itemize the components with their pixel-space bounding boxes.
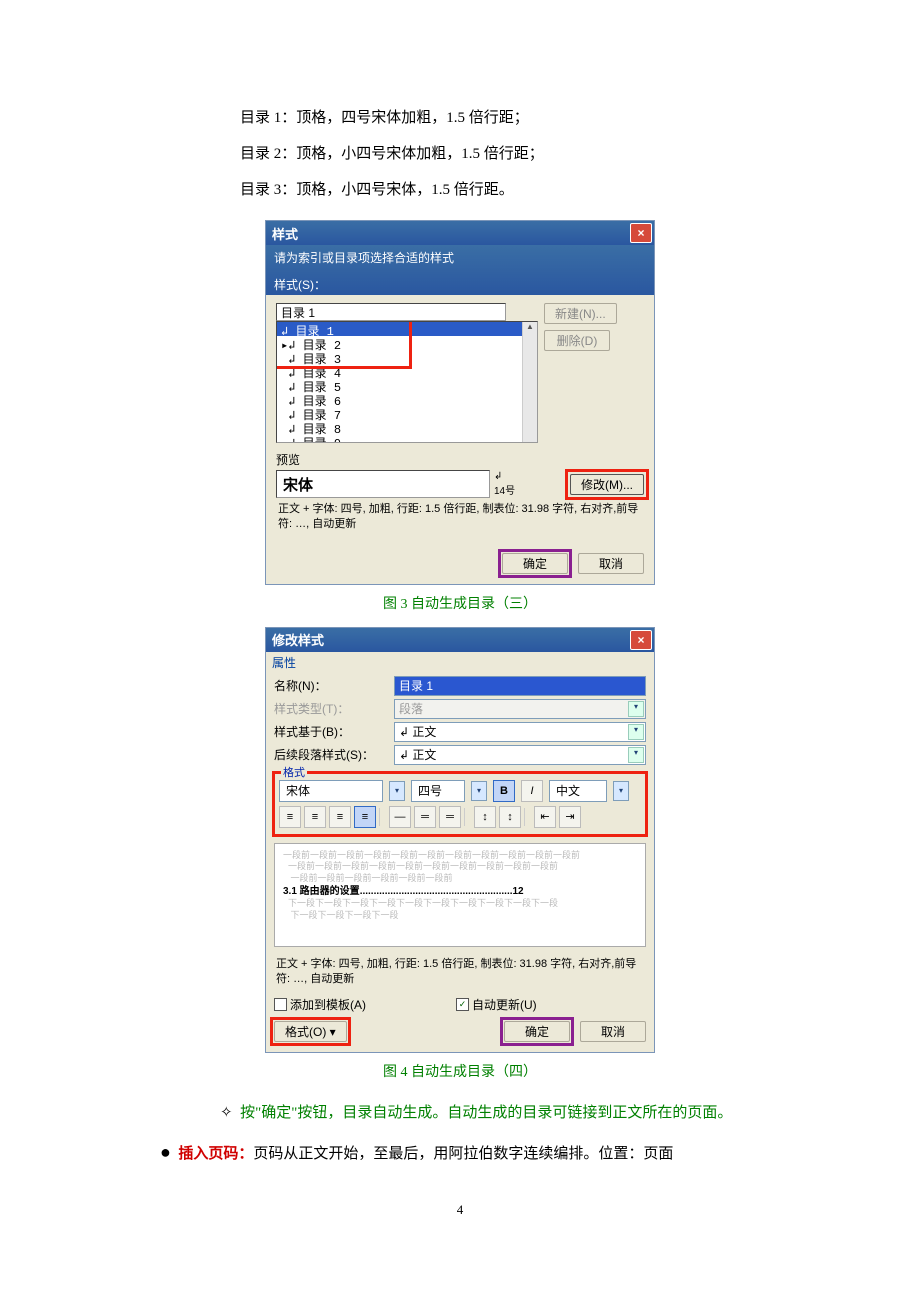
style-preview: 一段前一段前一段前一段前一段前一段前一段前一段前一段前一段前一段前 一段前一段前… (274, 843, 646, 947)
ok-button[interactable]: 确定 (504, 1021, 570, 1042)
ok-button[interactable]: 确定 (502, 553, 568, 574)
dialog-title: 样式 (272, 224, 298, 243)
chevron-down-icon[interactable]: ▾ (389, 781, 405, 801)
diamond-text: 按"确定"按钮，目录自动生成。自动生成的目录可链接到正文所在的页面。 (240, 1105, 732, 1121)
list-item[interactable]: ↲ 目录 7 (277, 406, 537, 420)
modify-button[interactable]: 修改(M)... (570, 474, 644, 495)
language-select[interactable]: 中文 (549, 780, 607, 802)
italic-button[interactable]: I (521, 780, 543, 802)
indent-inc-button[interactable]: ⇥ (559, 806, 581, 828)
section-properties: 属性 (266, 652, 654, 673)
add-to-template-checkbox[interactable]: 添加到模板(A) (274, 996, 366, 1013)
cancel-button[interactable]: 取消 (578, 553, 644, 574)
style-dialog: 样式 × 请为索引或目录项选择合适的样式 样式(S)： 目录 1 ↲ 目录 1 … (265, 220, 655, 585)
list-item[interactable]: ↲ 目录 8 (277, 420, 537, 434)
format-label: 格式 (281, 764, 307, 780)
preview-font: 宋体 (283, 474, 313, 495)
list-item[interactable]: ↲ 目录 9 (277, 434, 537, 443)
titlebar: 修改样式 × (266, 628, 654, 652)
font-family-select[interactable]: 宋体 (279, 780, 383, 802)
align-left-button[interactable]: ≡ (279, 806, 301, 828)
align-justify-button[interactable]: ≡ (354, 806, 376, 828)
instruction-text: 请为索引或目录项选择合适的样式 (274, 251, 454, 265)
close-icon[interactable]: × (630, 223, 652, 243)
prop-row-based: 样式基于(B)： ↲ 正文▾ (266, 722, 654, 742)
scrollbar[interactable]: ▲ (522, 322, 537, 442)
disc-icon: ● (160, 1142, 171, 1162)
linespace-15-button[interactable]: ═ (414, 806, 436, 828)
new-button[interactable]: 新建(N)... (544, 303, 617, 324)
chevron-down-icon[interactable]: ▾ (471, 781, 487, 801)
type-field: 段落▾ (394, 699, 646, 719)
based-on-field[interactable]: ↲ 正文▾ (394, 722, 646, 742)
prop-row-type: 样式类型(T)： 段落▾ (266, 699, 654, 719)
insert-page-text: 页码从正文开始，至最后，用阿拉伯数字连续编排。位置：页面 (253, 1146, 673, 1162)
spacing-dec-button[interactable]: ↕ (499, 806, 521, 828)
dialog-title: 修改样式 (272, 630, 324, 649)
list-item[interactable]: ↲ 目录 1 (277, 322, 537, 336)
style-combo[interactable]: 目录 1 (276, 303, 506, 321)
preview-box: 宋体 (276, 470, 490, 498)
preview-label: 预览 (276, 451, 644, 468)
titlebar: 样式 × (266, 221, 654, 245)
style-description: 正文 + 字体: 四号, 加粗, 行距: 1.5 倍行距, 制表位: 31.98… (274, 953, 646, 992)
chevron-down-icon[interactable]: ▾ (613, 781, 629, 801)
name-field[interactable]: 目录 1 (394, 676, 646, 696)
font-size-select[interactable]: 四号 (411, 780, 465, 802)
list-item[interactable]: ↲ 目录 3 (277, 350, 537, 364)
style-label: 样式(S)： (274, 278, 326, 292)
body-line-1: 目录 1：顶格，四号宋体加粗，1.5 倍行距； (240, 100, 800, 136)
cancel-button[interactable]: 取消 (580, 1021, 646, 1042)
align-center-button[interactable]: ≡ (304, 806, 326, 828)
next-style-field[interactable]: ↲ 正文▾ (394, 745, 646, 765)
preview-heading: 3.1 路由器的设置 (283, 886, 360, 897)
close-icon[interactable]: × (630, 630, 652, 650)
body-line-2: 目录 2：顶格，小四号宋体加粗，1.5 倍行距； (240, 136, 800, 172)
bottom-bar: 格式(O) ▾ 确定 取消 (266, 1017, 654, 1052)
diamond-icon: ✧ (220, 1105, 233, 1121)
figure-caption-4: 图 4 自动生成目录（四） (120, 1061, 800, 1081)
linespace-2-button[interactable]: ═ (439, 806, 461, 828)
diamond-bullet-line: ✧ 按"确定"按钮，目录自动生成。自动生成的目录可链接到正文所在的页面。 (220, 1095, 800, 1131)
checkbox-row: 添加到模板(A) ✓自动更新(U) (266, 992, 654, 1017)
list-item[interactable]: ↲ 目录 6 (277, 392, 537, 406)
prop-row-next: 后续段落样式(S)： ↲ 正文▾ (266, 745, 654, 765)
page-number: 4 (120, 1202, 800, 1218)
modify-style-dialog: 修改样式 × 属性 名称(N)： 目录 1 样式类型(T)： 段落▾ 样式基于(… (265, 627, 655, 1053)
indent-dec-button[interactable]: ⇤ (534, 806, 556, 828)
prop-row-name: 名称(N)： 目录 1 (266, 676, 654, 696)
list-item[interactable]: ▸↲ 目录 2 (277, 336, 537, 350)
style-listbox[interactable]: ↲ 目录 1 ▸↲ 目录 2 ↲ 目录 3 ↲ 目录 4 ↲ 目录 5 ↲ 目录… (276, 321, 538, 443)
spacing-inc-button[interactable]: ↕ (474, 806, 496, 828)
linespace-1-button[interactable]: — (389, 806, 411, 828)
delete-button[interactable]: 删除(D) (544, 330, 610, 351)
align-right-button[interactable]: ≡ (329, 806, 351, 828)
figure-caption-3: 图 3 自动生成目录（三） (120, 593, 800, 613)
disc-bullet-line: ● 插入页码：页码从正文开始，至最后，用阿拉伯数字连续编排。位置：页面 (160, 1131, 800, 1174)
style-description: 正文 + 字体: 四号, 加粗, 行距: 1.5 倍行距, 制表位: 31.98… (276, 498, 644, 537)
button-bar: 确定 取消 (266, 547, 654, 584)
format-section: 格式 宋体▾ 四号▾ B I 中文▾ ≡ ≡ ≡ ≡ — ═ ═ ↕ ↕ (272, 771, 648, 837)
list-item[interactable]: ↲ 目录 5 (277, 378, 537, 392)
instruction-bar: 请为索引或目录项选择合适的样式 样式(S)： (266, 245, 654, 295)
preview-sub: ↲14号 (494, 471, 515, 497)
insert-page-label: 插入页码： (178, 1146, 253, 1162)
format-menu-button[interactable]: 格式(O) ▾ (274, 1021, 347, 1042)
list-item[interactable]: ↲ 目录 4 (277, 364, 537, 378)
body-line-3: 目录 3：顶格，小四号宋体，1.5 倍行距。 (240, 172, 800, 208)
auto-update-checkbox[interactable]: ✓自动更新(U) (456, 996, 537, 1013)
document-page: 目录 1：顶格，四号宋体加粗，1.5 倍行距； 目录 2：顶格，小四号宋体加粗，… (0, 0, 920, 1278)
bold-button[interactable]: B (493, 780, 515, 802)
